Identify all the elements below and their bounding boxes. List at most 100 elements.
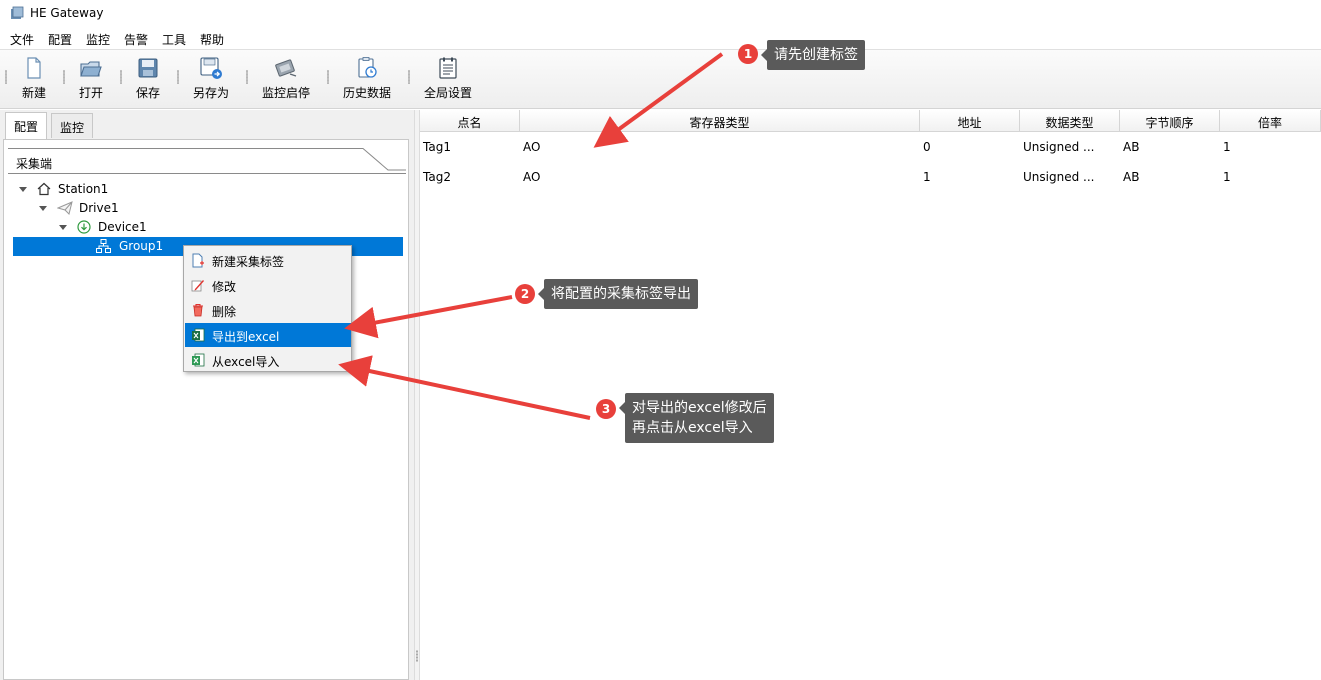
tree-item-station[interactable]: Station1 bbox=[4, 180, 402, 199]
menu-config[interactable]: 配置 bbox=[48, 31, 72, 48]
global-settings-button[interactable]: 全局设置 bbox=[422, 54, 474, 106]
cell-multiplier: 1 bbox=[1223, 140, 1231, 154]
history-button[interactable]: 历史数据 bbox=[341, 54, 393, 106]
excel-export-icon bbox=[191, 328, 205, 345]
menu-alarm[interactable]: 告警 bbox=[124, 31, 148, 48]
column-header-byte-order[interactable]: 字节顺序 bbox=[1120, 110, 1220, 132]
menu-file[interactable]: 文件 bbox=[10, 31, 34, 48]
annotation-callout-2: 将配置的采集标签导出 bbox=[538, 279, 698, 309]
save-as-icon bbox=[200, 57, 222, 79]
open-folder-icon bbox=[80, 61, 102, 77]
tree-panel: 采集端 Station1 Drive1 Device1 Group1 bbox=[3, 139, 409, 680]
toolbar-grip bbox=[120, 70, 122, 84]
cell-byte-order: AB bbox=[1123, 170, 1140, 184]
menu-item-delete[interactable]: 删除 bbox=[185, 298, 351, 322]
monitor-device-icon bbox=[275, 59, 297, 77]
tab-config[interactable]: 配置 bbox=[5, 112, 48, 139]
menu-bar: 文件 配置 监控 告警 工具 帮助 bbox=[0, 28, 1321, 49]
tree-label-drive: Drive1 bbox=[79, 201, 119, 215]
cell-register-type: AO bbox=[523, 140, 541, 154]
cell-multiplier: 1 bbox=[1223, 170, 1231, 184]
pencil-icon bbox=[191, 278, 205, 295]
expand-arrow-icon[interactable] bbox=[19, 187, 27, 192]
toolbar: 新建 打开 保存 另存为 监控启停 历史数据 全局设置 bbox=[0, 49, 1321, 109]
annotation-text-3-line2: 再点击从excel导入 bbox=[632, 420, 753, 436]
column-header-name[interactable]: 点名 bbox=[420, 110, 520, 132]
save-label: 保存 bbox=[135, 86, 160, 100]
section-header-frame bbox=[8, 148, 406, 174]
column-header-multiplier[interactable]: 倍率 bbox=[1220, 110, 1321, 132]
tag-table: 点名 寄存器类型 地址 数据类型 字节顺序 倍率 Tag1 AO 0 Unsig… bbox=[420, 110, 1321, 680]
column-header-register-type[interactable]: 寄存器类型 bbox=[520, 110, 920, 132]
annotation-callout-3: 对导出的excel修改后 再点击从excel导入 bbox=[619, 393, 774, 443]
cell-address: 0 bbox=[923, 140, 931, 154]
cell-data-type: Unsigned ... bbox=[1023, 140, 1095, 154]
trash-icon bbox=[191, 303, 205, 320]
menu-item-import-excel[interactable]: 从excel导入 bbox=[185, 348, 351, 372]
save-as-button[interactable]: 另存为 bbox=[190, 54, 232, 106]
splitter-grip[interactable] bbox=[416, 650, 418, 662]
open-button[interactable]: 打开 bbox=[71, 54, 111, 106]
excel-import-icon bbox=[191, 353, 205, 370]
table-header: 点名 寄存器类型 地址 数据类型 字节顺序 倍率 bbox=[420, 110, 1321, 132]
menu-label-import-excel: 从excel导入 bbox=[212, 355, 280, 369]
column-header-address[interactable]: 地址 bbox=[920, 110, 1020, 132]
column-header-data-type[interactable]: 数据类型 bbox=[1020, 110, 1120, 132]
title-bar: HE Gateway bbox=[0, 0, 1321, 28]
menu-item-new-tag[interactable]: 新建采集标签 bbox=[185, 248, 351, 272]
paper-plane-icon bbox=[56, 201, 73, 218]
monitor-start-stop-button[interactable]: 监控启停 bbox=[260, 54, 312, 106]
history-clipboard-icon bbox=[358, 57, 377, 78]
save-as-label: 另存为 bbox=[192, 86, 229, 100]
menu-label-new-tag: 新建采集标签 bbox=[212, 255, 285, 269]
toolbar-grip bbox=[5, 70, 7, 84]
annotation-text-1: 请先创建标签 bbox=[774, 47, 858, 63]
toolbar-grip bbox=[408, 70, 410, 84]
new-tag-icon bbox=[191, 253, 205, 271]
annotation-callout-1: 请先创建标签 bbox=[761, 40, 865, 70]
context-menu: 新建采集标签 修改 删除 导出到excel 从excel导入 bbox=[183, 245, 352, 372]
cell-byte-order: AB bbox=[1123, 140, 1140, 154]
open-label: 打开 bbox=[78, 86, 103, 100]
menu-item-modify[interactable]: 修改 bbox=[185, 273, 351, 297]
new-file-icon bbox=[27, 57, 41, 79]
app-icon bbox=[10, 6, 24, 20]
section-header-label: 采集端 bbox=[16, 157, 53, 171]
tree-label-device: Device1 bbox=[98, 220, 147, 234]
download-circle-icon bbox=[77, 220, 91, 237]
expand-arrow-icon[interactable] bbox=[59, 225, 67, 230]
tab-monitor-label: 监控 bbox=[60, 121, 85, 135]
menu-label-export-excel: 导出到excel bbox=[212, 330, 280, 344]
new-button[interactable]: 新建 bbox=[14, 54, 54, 106]
tree-label-group: Group1 bbox=[119, 239, 164, 253]
toolbar-grip bbox=[177, 70, 179, 84]
menu-item-export-excel[interactable]: 导出到excel bbox=[185, 323, 351, 347]
annotation-text-3-line1: 对导出的excel修改后 bbox=[632, 400, 767, 416]
monitor-start-stop-label: 监控启停 bbox=[261, 86, 310, 100]
toolbar-grip bbox=[246, 70, 248, 84]
annotation-number-3: 3 bbox=[596, 399, 616, 419]
tree-item-drive[interactable]: Drive1 bbox=[4, 199, 402, 218]
cell-address: 1 bbox=[923, 170, 931, 184]
tree-item-device[interactable]: Device1 bbox=[4, 218, 402, 237]
menu-help[interactable]: 帮助 bbox=[200, 31, 224, 48]
annotation-number-1: 1 bbox=[738, 44, 758, 64]
new-label: 新建 bbox=[21, 86, 46, 100]
menu-label-modify: 修改 bbox=[212, 280, 237, 294]
tree-label-station: Station1 bbox=[58, 182, 109, 196]
cell-register-type: AO bbox=[523, 170, 541, 184]
toolbar-grip bbox=[327, 70, 329, 84]
save-icon bbox=[138, 58, 158, 78]
tab-monitor[interactable]: 监控 bbox=[51, 113, 94, 138]
history-label: 历史数据 bbox=[342, 86, 391, 100]
menu-tools[interactable]: 工具 bbox=[162, 31, 186, 48]
annotation-number-2: 2 bbox=[515, 284, 535, 304]
cell-name: Tag2 bbox=[423, 170, 451, 184]
home-icon bbox=[37, 182, 51, 199]
expand-arrow-icon[interactable] bbox=[39, 206, 47, 211]
cell-data-type: Unsigned ... bbox=[1023, 170, 1095, 184]
tab-config-label: 配置 bbox=[14, 120, 39, 134]
save-button[interactable]: 保存 bbox=[128, 54, 168, 106]
menu-monitor[interactable]: 监控 bbox=[86, 31, 110, 48]
settings-list-icon bbox=[439, 57, 457, 79]
